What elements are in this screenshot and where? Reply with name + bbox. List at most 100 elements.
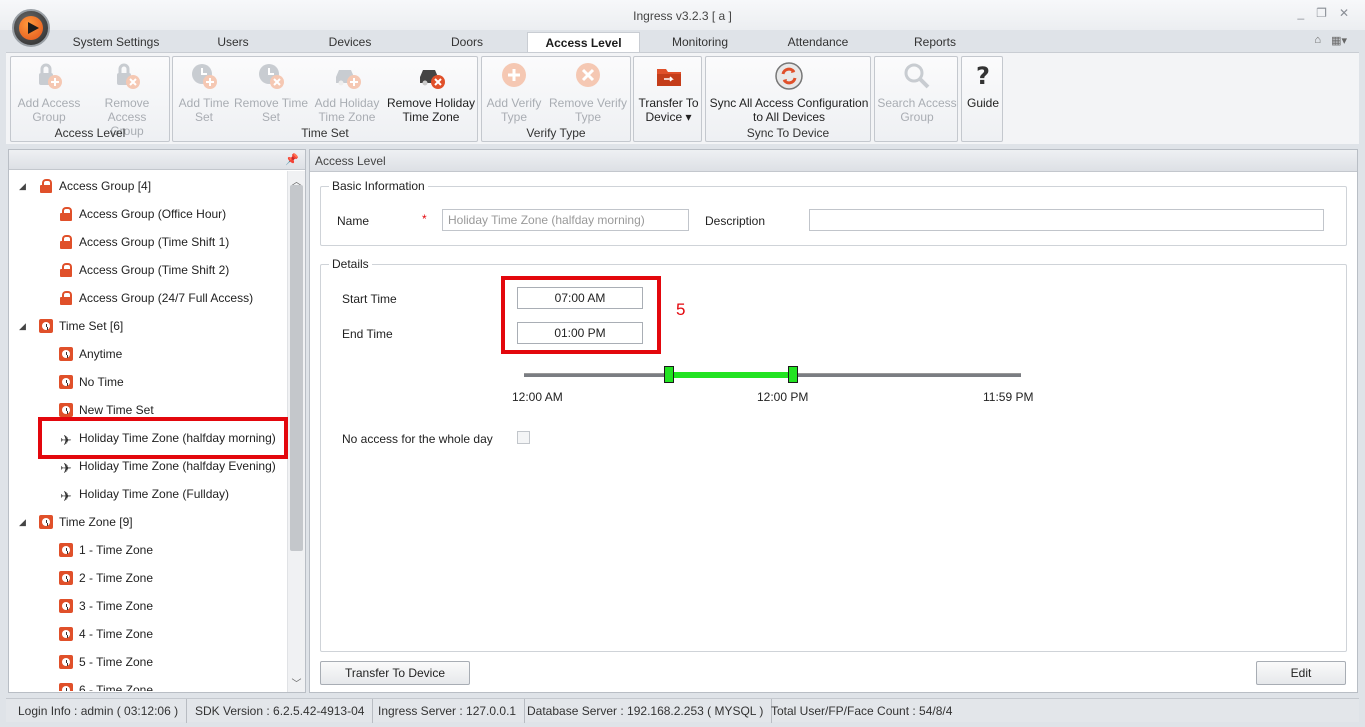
clock-icon bbox=[59, 403, 73, 417]
tree-scrollbar[interactable]: ︿ ﹀ bbox=[287, 171, 305, 692]
window-title: Ingress v3.2.3 [ a ] bbox=[633, 9, 732, 23]
end-time-label: End Time bbox=[342, 327, 393, 341]
required-mark: * bbox=[422, 212, 427, 226]
app-menu-button[interactable] bbox=[12, 9, 50, 47]
tree-node-item[interactable]: 3 - Time Zone bbox=[59, 596, 153, 616]
play-icon bbox=[28, 22, 39, 34]
collapse-ribbon-icon[interactable]: ⌂ bbox=[1314, 34, 1321, 47]
remove-verify-type-button[interactable]: Remove Verify Type bbox=[546, 61, 630, 124]
login-info: Login Info : admin ( 03:12:06 ) bbox=[10, 699, 188, 723]
tab-doors[interactable]: Doors bbox=[436, 32, 498, 53]
car-add-icon bbox=[332, 61, 362, 91]
tree-node-item[interactable]: 6 - Time Zone bbox=[59, 680, 153, 691]
start-time-handle[interactable] bbox=[664, 366, 675, 383]
tree-node-item[interactable]: Access Group (24/7 Full Access) bbox=[59, 288, 253, 308]
transfer-to-device-button[interactable]: Transfer To Device bbox=[320, 661, 470, 685]
add-verify-type-button[interactable]: Add Verify Type bbox=[484, 61, 544, 124]
total-count: Total User/FP/Face Count : 54/8/4 bbox=[771, 704, 953, 718]
clock-icon bbox=[39, 515, 53, 529]
tree-node-item[interactable]: No Time bbox=[59, 372, 124, 392]
folder-transfer-icon bbox=[654, 61, 684, 91]
ribbon-group-transfer: Transfer To Device ▾ bbox=[633, 56, 702, 142]
tree-node-item[interactable]: ✈ Holiday Time Zone (halfday Evening) bbox=[59, 456, 276, 476]
tab-attendance[interactable]: Attendance bbox=[775, 32, 861, 53]
add-time-set-button[interactable]: Add Time Set bbox=[175, 61, 233, 124]
remove-holiday-time-zone-button[interactable]: Remove Holiday Time Zone bbox=[385, 61, 477, 124]
ribbon-group-guide: ? Guide bbox=[961, 56, 1003, 142]
tree-panel-header: 📌 bbox=[9, 150, 305, 170]
ribbon-tabs: System Settings Users Devices Doors Acce… bbox=[0, 30, 1365, 53]
tree-node-item[interactable]: Access Group (Office Hour) bbox=[59, 204, 226, 224]
description-label: Description bbox=[705, 214, 766, 228]
ribbon: Add Access Group Remove Access Group Acc… bbox=[6, 52, 1359, 144]
name-field[interactable]: Holiday Time Zone (halfday morning) bbox=[442, 209, 689, 231]
tree-node-item[interactable]: Access Group (Time Shift 1) bbox=[59, 232, 229, 252]
pin-icon[interactable]: 📌 bbox=[285, 153, 299, 166]
close-button[interactable]: ✕ bbox=[1339, 6, 1349, 20]
transfer-to-device-dropdown[interactable]: Transfer To Device ▾ bbox=[636, 61, 701, 124]
panel-title: Access Level bbox=[310, 150, 1357, 172]
add-access-group-button[interactable]: Add Access Group bbox=[13, 61, 85, 124]
tab-users[interactable]: Users bbox=[196, 32, 270, 53]
ribbon-group-sync-to-device: Sync All Access Configuration to All Dev… bbox=[705, 56, 871, 142]
scroll-down-icon[interactable]: ﹀ bbox=[288, 675, 305, 690]
tree-node-item[interactable]: 2 - Time Zone bbox=[59, 568, 153, 588]
remove-time-set-button[interactable]: Remove Time Set bbox=[233, 61, 309, 124]
no-access-checkbox[interactable] bbox=[517, 431, 530, 444]
guide-button[interactable]: ? Guide bbox=[964, 61, 1002, 110]
step-5-label: 5 bbox=[676, 300, 686, 319]
scroll-thumb[interactable] bbox=[290, 185, 303, 551]
collapse-arrow-icon[interactable]: ◢ bbox=[19, 512, 26, 532]
search-access-group-button[interactable]: Search Access Group bbox=[877, 61, 957, 124]
description-field[interactable] bbox=[809, 209, 1324, 231]
ribbon-group-label: Verify Type bbox=[526, 126, 586, 140]
tree-node-time-zone[interactable]: ◢ Time Zone [9] bbox=[19, 512, 133, 532]
tab-system-settings[interactable]: System Settings bbox=[58, 32, 174, 53]
tree-node-item[interactable]: Anytime bbox=[59, 344, 122, 364]
clock-icon bbox=[59, 655, 73, 669]
ribbon-group-label: Sync To Device bbox=[746, 126, 830, 140]
scale-end-label: 11:59 PM bbox=[983, 390, 1034, 404]
edit-button[interactable]: Edit bbox=[1256, 661, 1346, 685]
clock-icon bbox=[59, 683, 73, 691]
layout-icon[interactable]: ▦▾ bbox=[1331, 34, 1347, 47]
clock-icon bbox=[59, 347, 73, 361]
ribbon-group-time-set: Add Time Set Remove Time Set Add Holiday… bbox=[172, 56, 478, 142]
tree-node-access-group[interactable]: ◢ Access Group [4] bbox=[19, 176, 151, 196]
clock-add-icon bbox=[189, 61, 219, 91]
tab-reports[interactable]: Reports bbox=[900, 32, 970, 53]
minimize-button[interactable]: _ bbox=[1297, 6, 1304, 20]
details-group: Details Start Time 07:00 AM End Time 01:… bbox=[320, 257, 1347, 652]
lock-icon bbox=[59, 207, 73, 221]
collapse-arrow-icon[interactable]: ◢ bbox=[19, 316, 26, 336]
tree-node-item[interactable]: 4 - Time Zone bbox=[59, 624, 153, 644]
ribbon-group-label: Time Set bbox=[301, 126, 349, 140]
basic-information-group: Basic Information Name * Holiday Time Zo… bbox=[320, 179, 1347, 246]
highlight-time-inputs bbox=[501, 276, 661, 354]
restore-button[interactable]: ❐ bbox=[1316, 6, 1327, 20]
add-holiday-time-zone-button[interactable]: Add Holiday Time Zone bbox=[309, 61, 385, 124]
tree-node-item[interactable]: ✈ Holiday Time Zone (Fullday) bbox=[59, 484, 229, 504]
question-icon: ? bbox=[976, 62, 990, 90]
clock-remove-icon bbox=[256, 61, 286, 91]
no-access-label: No access for the whole day bbox=[342, 432, 493, 446]
tree-node-item[interactable]: 1 - Time Zone bbox=[59, 540, 153, 560]
sync-all-access-configuration-button[interactable]: Sync All Access Configuration to All Dev… bbox=[708, 61, 870, 124]
basic-information-legend: Basic Information bbox=[329, 179, 428, 193]
collapse-arrow-icon[interactable]: ◢ bbox=[19, 176, 26, 196]
tree-node-time-set[interactable]: ◢ Time Set [6] bbox=[19, 316, 123, 336]
scale-mid-label: 12:00 PM bbox=[757, 390, 809, 404]
tree-node-item[interactable]: 5 - Time Zone bbox=[59, 652, 153, 672]
plane-icon: ✈ bbox=[60, 488, 72, 504]
clock-icon bbox=[59, 571, 73, 585]
tree-node-item[interactable]: Access Group (Time Shift 2) bbox=[59, 260, 229, 280]
tab-monitoring[interactable]: Monitoring bbox=[660, 32, 740, 53]
title-bar: Ingress v3.2.3 [ a ] _ ❐ ✕ bbox=[0, 0, 1365, 30]
lock-add-icon bbox=[34, 61, 64, 91]
tab-devices[interactable]: Devices bbox=[310, 32, 390, 53]
sdk-version: SDK Version : 6.2.5.42-4913-04 bbox=[187, 699, 374, 723]
tab-access-level[interactable]: Access Level bbox=[527, 32, 640, 53]
clock-icon bbox=[59, 375, 73, 389]
highlight-selected-node bbox=[38, 417, 288, 459]
end-time-handle[interactable] bbox=[788, 366, 799, 383]
